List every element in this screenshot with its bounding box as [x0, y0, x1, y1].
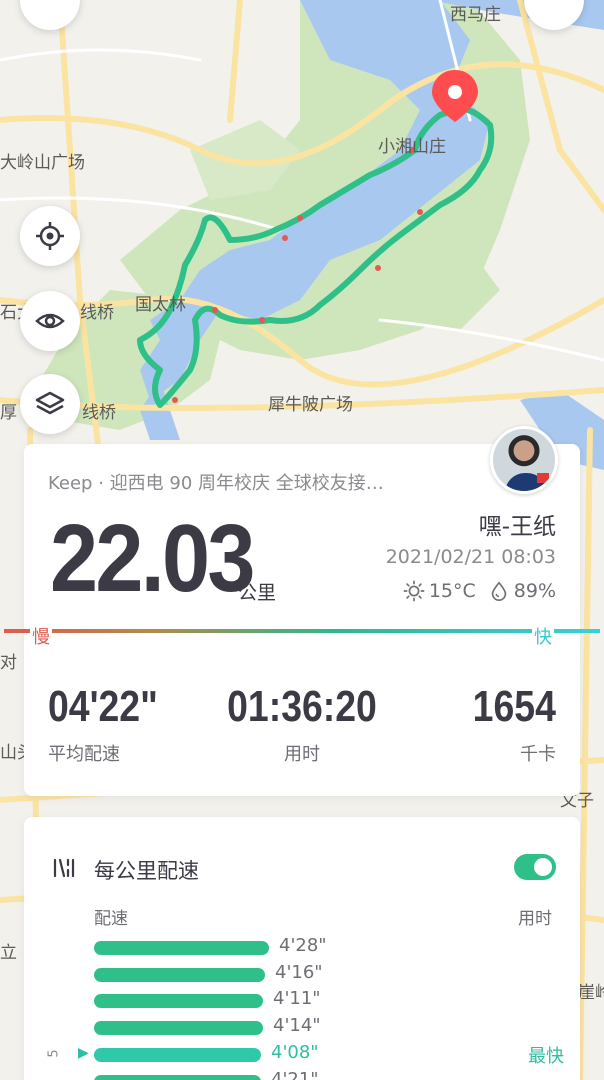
map-layers-button[interactable] [20, 374, 80, 434]
map-label-xima: 西马庄 [450, 5, 501, 25]
map-label-guotai: 国太林 [135, 295, 186, 315]
map-label-xianqiao2: 线桥 [82, 403, 116, 423]
map-label-li: 立 [0, 943, 17, 963]
pace-value: 4'08" [271, 1041, 319, 1063]
event-title[interactable]: Keep · 迎西电 90 周年校庆 全球校友接… [48, 469, 428, 495]
pace-time-toggle[interactable] [514, 854, 556, 880]
pace-section-title: 每公里配速 [94, 859, 199, 883]
map-label-xiaoxiang: 小湘山庄 [378, 137, 446, 157]
user-name[interactable]: 嘿-王纸 [479, 507, 556, 541]
map-label-xiniu: 犀牛陂广场 [268, 395, 353, 415]
temperature: 15°C [428, 580, 476, 602]
pace-bar [94, 1047, 261, 1062]
distance-value: 22.03 [50, 505, 255, 612]
pace-row[interactable]: 4'28" [24, 935, 580, 961]
pace-column-header: 配速 [94, 909, 128, 929]
run-summary-card: Keep · 迎西电 90 周年校庆 全球校友接… 22.03 公里 嘿-王纸 … [4, 426, 600, 796]
map-label-hou: 厚 [0, 403, 17, 423]
pace-value: 4'16" [275, 961, 323, 983]
map-label-xianqiao1: 线桥 [80, 303, 114, 323]
pace-bar [94, 967, 265, 982]
water-drop-icon [491, 581, 507, 601]
pace-row[interactable]: 5 ▶ 4'08" 最快 [24, 1042, 580, 1068]
fastest-tag: 最快 [528, 1045, 564, 1067]
calories-value: 1654 [472, 682, 556, 731]
avg-pace-label: 平均配速 [48, 744, 120, 765]
pace-bar [94, 994, 263, 1009]
avg-pace-value: 04'22" [48, 682, 158, 731]
sun-icon [403, 580, 425, 602]
humidity: 89% [513, 580, 556, 602]
speed-gradient-bar [4, 629, 600, 633]
pace-row[interactable]: 4'11" [24, 988, 580, 1014]
time-column-header: 用时 [518, 909, 552, 929]
pace-row[interactable]: 4'16" [24, 962, 580, 988]
pace-per-km-card: 每公里配速 配速 用时 4'28" 4'16" 4'11" 4'14" 5 ▶ 4'08" 最… [24, 817, 580, 1080]
pace-split-icon [53, 858, 75, 878]
pace-row[interactable]: 4'21" [24, 1069, 580, 1080]
map-label-dui: 对 [0, 653, 17, 673]
pace-value: 4'11" [273, 988, 321, 1010]
speed-color-legend: 慢 快 [0, 623, 604, 649]
run-datetime: 2021/02/21 08:03 [385, 546, 556, 568]
map-label-ya: 崖岭 [578, 983, 604, 1003]
weather-info: 15°C 89% [403, 580, 556, 602]
distance-unit: 公里 [238, 582, 277, 604]
km-index: 5 [46, 1049, 62, 1058]
view-toggle-button[interactable] [20, 291, 80, 351]
slow-label: 慢 [30, 623, 52, 649]
avatar[interactable] [490, 426, 558, 494]
pace-value: 4'28" [279, 935, 327, 956]
crosshair-icon [36, 222, 64, 250]
map-label-daling: 大岭山广场 [0, 153, 85, 173]
duration-value: 01:36:20 [227, 682, 377, 731]
pace-value: 4'14" [273, 1015, 321, 1037]
layers-icon [35, 391, 65, 415]
fast-label: 快 [532, 623, 554, 649]
pace-bar [94, 1021, 263, 1036]
pace-bar [94, 1074, 261, 1080]
eye-icon [35, 313, 65, 329]
fastest-marker-icon: ▶ [78, 1044, 89, 1061]
calories-label: 千卡 [520, 744, 556, 765]
pace-bar [94, 941, 269, 955]
pace-value: 4'21" [271, 1068, 319, 1080]
duration-label: 用时 [284, 744, 320, 765]
pace-row[interactable]: 4'14" [24, 1015, 580, 1041]
locate-button[interactable] [20, 206, 80, 266]
